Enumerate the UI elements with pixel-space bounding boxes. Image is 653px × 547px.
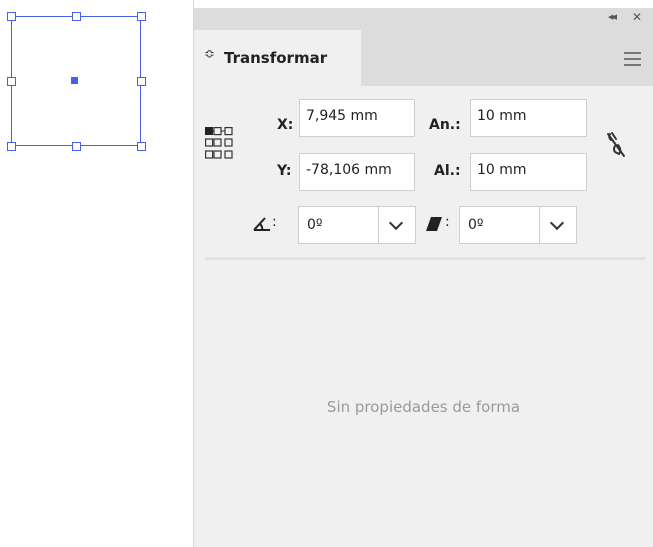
panel-title-bar: ◂◂ ✕ (194, 8, 653, 30)
collapse-panels-button[interactable]: ◂◂ (608, 10, 617, 23)
height-label: Al.: (434, 163, 461, 179)
shear-label: : (445, 214, 450, 230)
y-field[interactable]: -78,106 mm (299, 153, 415, 191)
handle-top-right[interactable] (137, 12, 146, 21)
x-label: X: (277, 117, 294, 133)
shear-icon (426, 217, 442, 231)
shear-dropdown-button[interactable] (539, 207, 576, 243)
handle-bottom-right[interactable] (137, 142, 146, 151)
handle-bottom-left[interactable] (7, 142, 16, 151)
angle-label: : (272, 214, 277, 230)
selection-center-point (71, 77, 78, 84)
x-field[interactable]: 7,945 mm (299, 99, 415, 137)
width-label: An.: (429, 117, 461, 133)
angle-dropdown-button[interactable] (378, 207, 415, 243)
height-field[interactable]: 10 mm (470, 153, 587, 191)
constrain-proportions-icon[interactable] (606, 128, 628, 160)
y-label: Y: (277, 163, 292, 179)
handle-top-left[interactable] (7, 12, 16, 21)
handle-bottom-center[interactable] (72, 142, 81, 151)
chevron-down-icon (549, 215, 565, 231)
handle-middle-right[interactable] (137, 77, 146, 86)
handle-middle-left[interactable] (7, 77, 16, 86)
width-field[interactable]: 10 mm (470, 99, 587, 137)
panel-tab-bar: ≎ Transformar (194, 30, 653, 87)
tab-transformar[interactable]: ≎ Transformar (194, 30, 361, 87)
divider (205, 257, 646, 260)
chevron-down-icon (388, 215, 404, 231)
empty-state-message: Sin propiedades de forma (326, 398, 521, 416)
angle-value: 0º (307, 217, 323, 233)
shear-value: 0º (468, 217, 484, 233)
tab-label: Transformar (224, 49, 328, 67)
transform-panel: ◂◂ ✕ ≎ Transformar X: 7,945 mm An.: 10 m… (193, 0, 653, 547)
shear-dropdown[interactable]: 0º (459, 206, 577, 244)
reference-point-icon[interactable] (205, 127, 235, 161)
angle-icon (253, 217, 270, 231)
angle-dropdown[interactable]: 0º (298, 206, 416, 244)
handle-top-center[interactable] (72, 12, 81, 21)
hamburger-icon[interactable] (624, 52, 641, 70)
tab-expand-arrows-icon: ≎ (204, 47, 215, 62)
close-panel-button[interactable]: ✕ (632, 10, 642, 24)
